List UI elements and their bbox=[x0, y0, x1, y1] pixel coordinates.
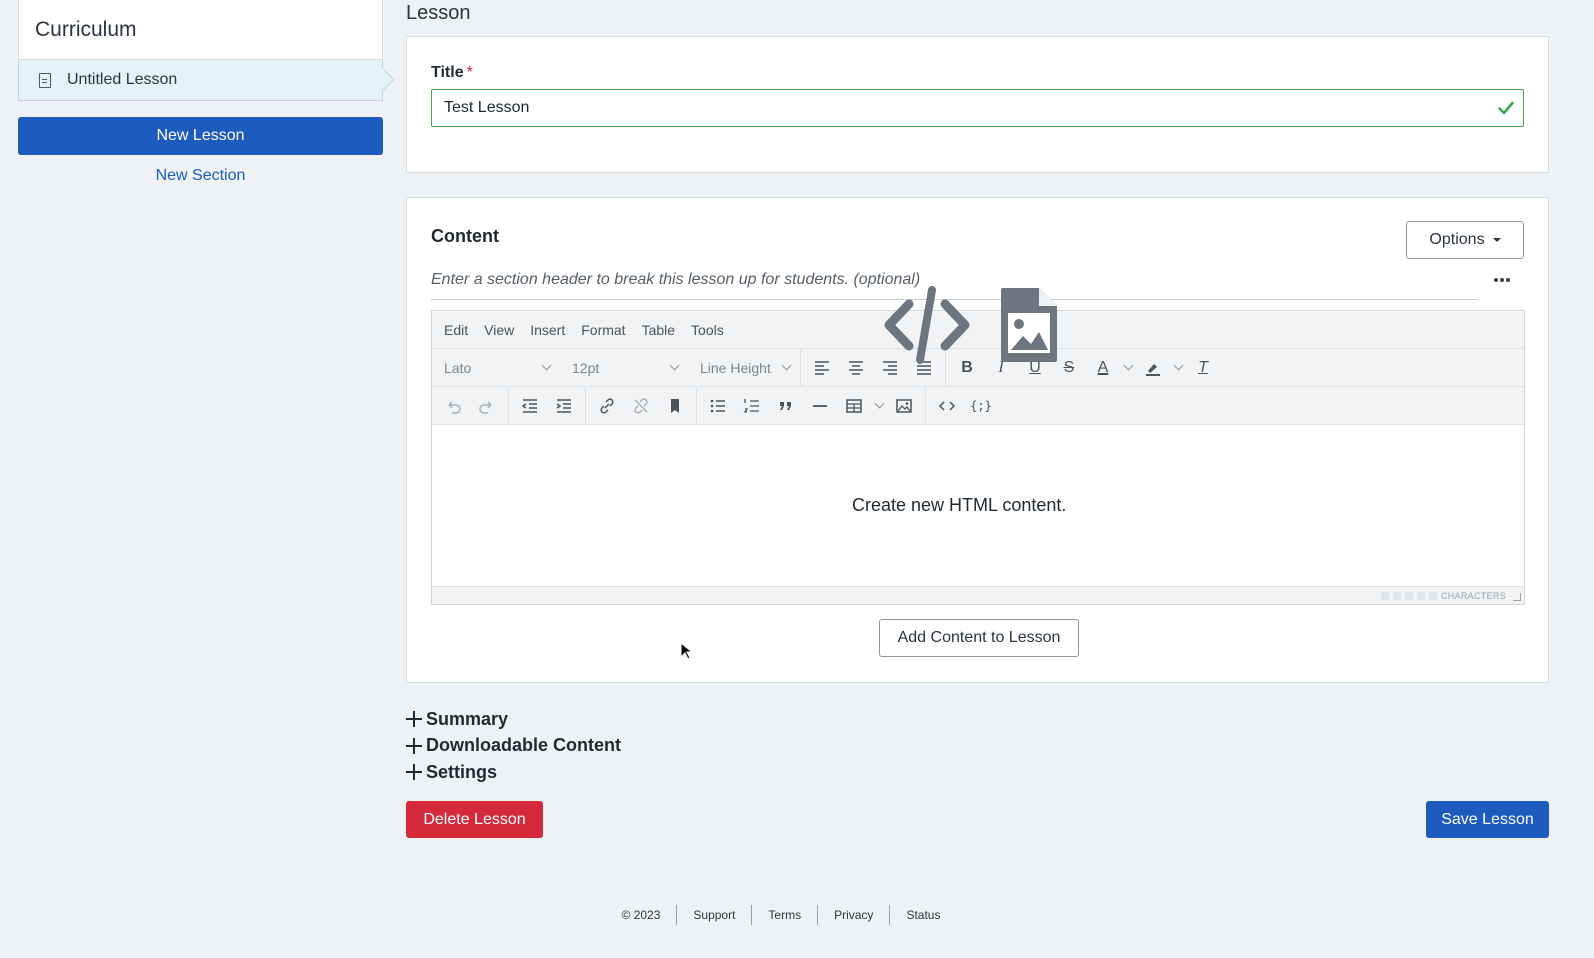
unlink-icon[interactable] bbox=[624, 391, 658, 421]
line-height-select[interactable]: Line Height bbox=[688, 349, 800, 386]
line-height-value: Line Height bbox=[700, 359, 771, 376]
status-link[interactable]: Status bbox=[889, 905, 956, 925]
image-file-icon bbox=[1001, 288, 1057, 362]
table-chevron-icon[interactable] bbox=[871, 391, 887, 421]
curriculum-title: Curriculum bbox=[35, 17, 137, 41]
copyright-text: © 2023 bbox=[621, 908, 661, 922]
editor-toolbar-insert: {;} bbox=[432, 387, 1524, 425]
bookmark-icon[interactable] bbox=[658, 391, 692, 421]
font-family-value: Lato bbox=[444, 359, 472, 376]
text-color-chevron-icon[interactable] bbox=[1120, 353, 1136, 383]
page-title: Lesson bbox=[406, 2, 471, 24]
required-marker: * bbox=[466, 64, 473, 81]
character-count-label: CHARACTERS bbox=[1440, 590, 1506, 601]
check-icon bbox=[1498, 101, 1514, 115]
content-card: Content Options Enter a section header t… bbox=[406, 197, 1549, 683]
title-input[interactable]: Test Lesson bbox=[431, 89, 1524, 127]
code-icon bbox=[884, 286, 970, 364]
chevron-down-icon bbox=[541, 360, 552, 371]
chevron-down-icon bbox=[781, 360, 792, 371]
plus-icon bbox=[406, 737, 422, 754]
source-code-icon[interactable] bbox=[930, 391, 964, 421]
title-card: Title * Test Lesson bbox=[406, 36, 1549, 173]
new-lesson-button[interactable]: New Lesson bbox=[18, 117, 383, 155]
options-dropdown-button[interactable]: Options bbox=[1406, 221, 1524, 259]
section-header-placeholder: Enter a section header to break this les… bbox=[431, 270, 921, 288]
terms-link[interactable]: Terms bbox=[751, 905, 817, 925]
settings-toggle[interactable]: Settings bbox=[406, 759, 621, 786]
history-group bbox=[432, 387, 508, 424]
add-content-button[interactable]: Add Content to Lesson bbox=[879, 619, 1079, 657]
sidebar-item-untitled-lesson[interactable]: Untitled Lesson bbox=[18, 60, 383, 101]
curriculum-sidebar: Curriculum Untitled Lesson New Lesson Ne… bbox=[18, 0, 383, 185]
more-options-icon[interactable] bbox=[1494, 278, 1510, 282]
highlight-color-icon[interactable] bbox=[1136, 353, 1170, 383]
image-icon[interactable] bbox=[887, 391, 921, 421]
resize-handle-icon[interactable] bbox=[1513, 593, 1521, 601]
font-size-value: 12pt bbox=[572, 359, 600, 376]
indent-icon[interactable] bbox=[547, 391, 581, 421]
new-section-link[interactable]: New Section bbox=[18, 167, 383, 185]
caret-down-icon bbox=[1492, 238, 1501, 242]
blockquote-icon[interactable] bbox=[769, 391, 803, 421]
collapsible-sections: Summary Downloadable Content Settings bbox=[406, 706, 621, 786]
numbered-list-icon[interactable] bbox=[735, 391, 769, 421]
indent-group bbox=[508, 387, 585, 424]
lesson-editor-main: Lesson Title * Test Lesson Content Option… bbox=[406, 0, 1549, 683]
empty-state-text: Create new HTML content. bbox=[852, 495, 1067, 515]
clear-formatting-icon[interactable]: T bbox=[1186, 353, 1220, 383]
template-variable-icon[interactable]: {;} bbox=[964, 391, 998, 421]
title-input-value: Test Lesson bbox=[444, 99, 530, 116]
menu-view[interactable]: View bbox=[484, 322, 514, 338]
delete-lesson-button[interactable]: Delete Lesson bbox=[406, 801, 543, 838]
empty-state-icons bbox=[863, 284, 1063, 364]
document-icon bbox=[39, 72, 51, 88]
downloadable-content-toggle[interactable]: Downloadable Content bbox=[406, 733, 621, 760]
text-color-icon[interactable]: A bbox=[1086, 353, 1120, 383]
code-group: {;} bbox=[925, 387, 1002, 424]
save-lesson-button[interactable]: Save Lesson bbox=[1426, 801, 1549, 838]
page-footer: © 2023 Support Terms Privacy Status bbox=[0, 905, 1562, 925]
redo-icon[interactable] bbox=[470, 391, 504, 421]
settings-label: Settings bbox=[426, 761, 498, 782]
mouse-cursor-icon bbox=[680, 642, 692, 660]
support-link[interactable]: Support bbox=[676, 905, 751, 925]
chevron-down-icon bbox=[669, 360, 680, 371]
menu-tools[interactable]: Tools bbox=[691, 322, 724, 338]
plus-icon bbox=[406, 764, 422, 781]
undo-icon[interactable] bbox=[436, 391, 470, 421]
link-icon[interactable] bbox=[590, 391, 624, 421]
options-label: Options bbox=[1429, 231, 1485, 248]
bullet-list-icon[interactable] bbox=[701, 391, 735, 421]
outdent-icon[interactable] bbox=[513, 391, 547, 421]
editor-statusbar: CHARACTERS bbox=[432, 586, 1524, 604]
summary-toggle[interactable]: Summary bbox=[406, 706, 621, 733]
horizontal-rule-icon[interactable] bbox=[803, 391, 837, 421]
font-size-select[interactable]: 12pt bbox=[560, 349, 688, 386]
align-left-icon[interactable] bbox=[805, 353, 839, 383]
title-label: Title bbox=[431, 64, 464, 81]
downloadable-content-label: Downloadable Content bbox=[426, 735, 621, 756]
content-heading: Content bbox=[431, 226, 499, 246]
menu-insert[interactable]: Insert bbox=[530, 322, 565, 338]
plus-icon bbox=[406, 711, 422, 728]
table-icon[interactable] bbox=[837, 391, 871, 421]
curriculum-header: Curriculum bbox=[18, 0, 383, 60]
link-group bbox=[585, 387, 696, 424]
menu-edit[interactable]: Edit bbox=[444, 322, 468, 338]
summary-label: Summary bbox=[426, 708, 509, 729]
font-family-select[interactable]: Lato bbox=[432, 349, 560, 386]
list-group bbox=[696, 387, 925, 424]
title-label-row: Title * bbox=[431, 64, 1524, 82]
highlight-chevron-icon[interactable] bbox=[1170, 353, 1186, 383]
menu-table[interactable]: Table bbox=[642, 322, 675, 338]
menu-format[interactable]: Format bbox=[581, 322, 625, 338]
privacy-link[interactable]: Privacy bbox=[817, 905, 889, 925]
sidebar-item-label: Untitled Lesson bbox=[67, 71, 178, 88]
